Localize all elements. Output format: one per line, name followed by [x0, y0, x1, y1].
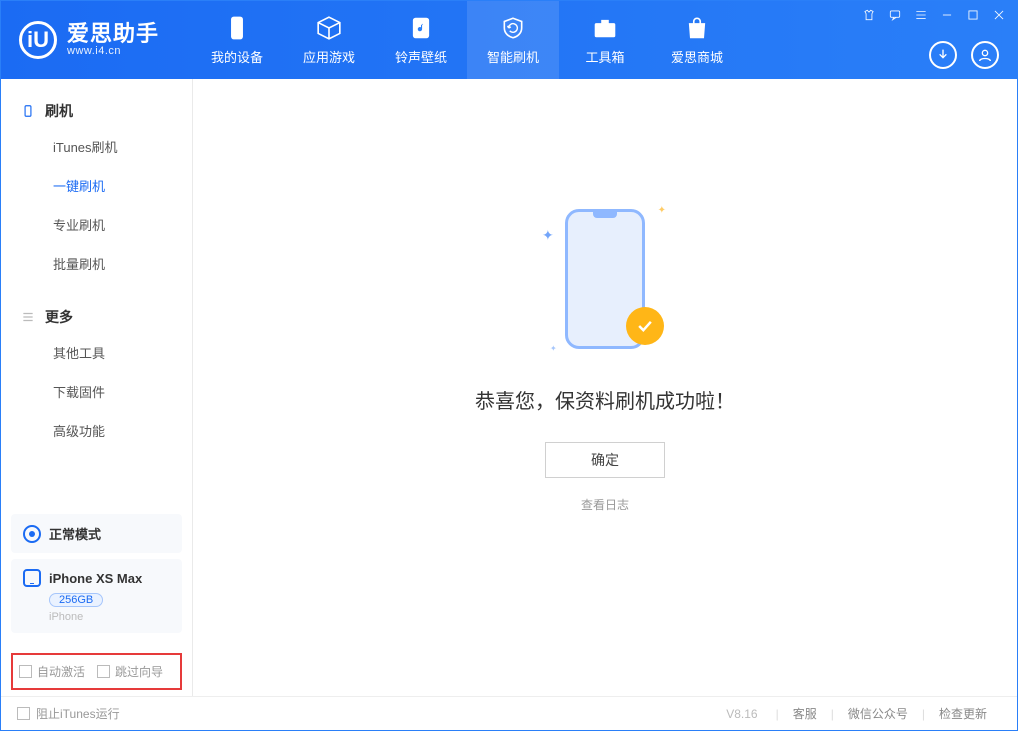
refresh-shield-icon: [499, 14, 527, 42]
sidebar-item-one-key-flash[interactable]: 一键刷机: [1, 166, 192, 205]
sidebar-item-pro-flash[interactable]: 专业刷机: [1, 205, 192, 244]
footer-link-wechat[interactable]: 微信公众号: [834, 705, 922, 722]
sidebar-item-advanced[interactable]: 高级功能: [1, 411, 192, 450]
success-check-icon: [626, 307, 664, 345]
maximize-icon[interactable]: [965, 7, 981, 23]
tab-store[interactable]: 爱思商城: [651, 1, 743, 79]
device-type-label: iPhone: [49, 611, 170, 623]
feedback-icon[interactable]: [887, 7, 903, 23]
view-log-link[interactable]: 查看日志: [581, 496, 629, 513]
checkbox-icon: [17, 707, 30, 720]
device-small-icon: [21, 104, 35, 118]
confirm-button[interactable]: 确定: [545, 442, 665, 478]
tab-apps-games[interactable]: 应用游戏: [283, 1, 375, 79]
menu-icon[interactable]: [913, 7, 929, 23]
top-tabs: 我的设备 应用游戏 铃声壁纸 智能刷机 工具箱 爱思商城: [191, 1, 743, 79]
device-name: iPhone XS Max: [49, 571, 142, 586]
tshirt-icon[interactable]: [861, 7, 877, 23]
minimize-icon[interactable]: [939, 7, 955, 23]
success-message: 恭喜您，保资料刷机成功啦！: [475, 385, 735, 414]
version-label: V8.16: [726, 707, 757, 721]
checkbox-icon: [19, 665, 32, 678]
checkbox-skip-guide[interactable]: 跳过向导: [97, 663, 163, 680]
footer-link-update[interactable]: 检查更新: [925, 705, 1001, 722]
mode-icon: [23, 525, 41, 543]
download-button-icon[interactable]: [929, 41, 957, 69]
header-right-actions: [929, 41, 999, 69]
window-controls: [861, 7, 1007, 23]
music-file-icon: [407, 14, 435, 42]
main-content: ✦ ✦ ✦ 恭喜您，保资料刷机成功啦！ 确定 查看日志: [193, 79, 1017, 696]
header-bar: iU 爱思助手 www.i4.cn 我的设备 应用游戏 铃声壁纸 智能刷机: [1, 1, 1017, 79]
sparkle-icon: ✦: [542, 227, 554, 244]
checkbox-icon: [97, 665, 110, 678]
sparkle-icon: ✦: [550, 344, 557, 353]
footer-link-support[interactable]: 客服: [779, 705, 831, 722]
list-small-icon: [21, 310, 35, 324]
sidebar-checkbox-group: 自动激活 跳过向导: [11, 653, 182, 690]
user-profile-icon[interactable]: [971, 41, 999, 69]
sidebar-item-itunes-flash[interactable]: iTunes刷机: [1, 127, 192, 166]
checkbox-block-itunes[interactable]: 阻止iTunes运行: [17, 705, 120, 722]
sidebar-item-download-firmware[interactable]: 下载固件: [1, 372, 192, 411]
body-area: 刷机 iTunes刷机 一键刷机 专业刷机 批量刷机 更多 其他工具 下载固件 …: [1, 79, 1017, 696]
logo-icon: iU: [19, 21, 57, 59]
app-name: 爱思助手: [67, 23, 159, 45]
sidebar-group-flash: 刷机: [1, 95, 192, 127]
phone-icon: [223, 14, 251, 42]
sidebar-group-more: 更多: [1, 301, 192, 333]
footer-bar: 阻止iTunes运行 V8.16 | 客服 | 微信公众号 | 检查更新: [1, 696, 1017, 730]
app-logo: iU 爱思助手 www.i4.cn: [1, 1, 191, 79]
cube-icon: [315, 14, 343, 42]
sidebar-device-card[interactable]: iPhone XS Max 256GB iPhone: [11, 559, 182, 633]
app-window: iU 爱思助手 www.i4.cn 我的设备 应用游戏 铃声壁纸 智能刷机: [0, 0, 1018, 731]
sidebar: 刷机 iTunes刷机 一键刷机 专业刷机 批量刷机 更多 其他工具 下载固件 …: [1, 79, 193, 696]
sidebar-item-batch-flash[interactable]: 批量刷机: [1, 244, 192, 283]
app-domain: www.i4.cn: [67, 45, 159, 57]
sidebar-mode-status[interactable]: 正常模式: [11, 514, 182, 553]
tab-toolbox[interactable]: 工具箱: [559, 1, 651, 79]
briefcase-icon: [591, 14, 619, 42]
shopping-bag-icon: [683, 14, 711, 42]
device-capacity-badge: 256GB: [49, 593, 103, 607]
device-icon: [23, 569, 41, 587]
sidebar-item-other-tools[interactable]: 其他工具: [1, 333, 192, 372]
close-icon[interactable]: [991, 7, 1007, 23]
checkbox-auto-activate[interactable]: 自动激活: [19, 663, 85, 680]
phone-illustration: ✦ ✦ ✦: [540, 203, 670, 363]
tab-smart-flash[interactable]: 智能刷机: [467, 1, 559, 79]
tab-ringtone-wallpaper[interactable]: 铃声壁纸: [375, 1, 467, 79]
tab-my-device[interactable]: 我的设备: [191, 1, 283, 79]
sparkle-icon: ✦: [658, 205, 666, 216]
